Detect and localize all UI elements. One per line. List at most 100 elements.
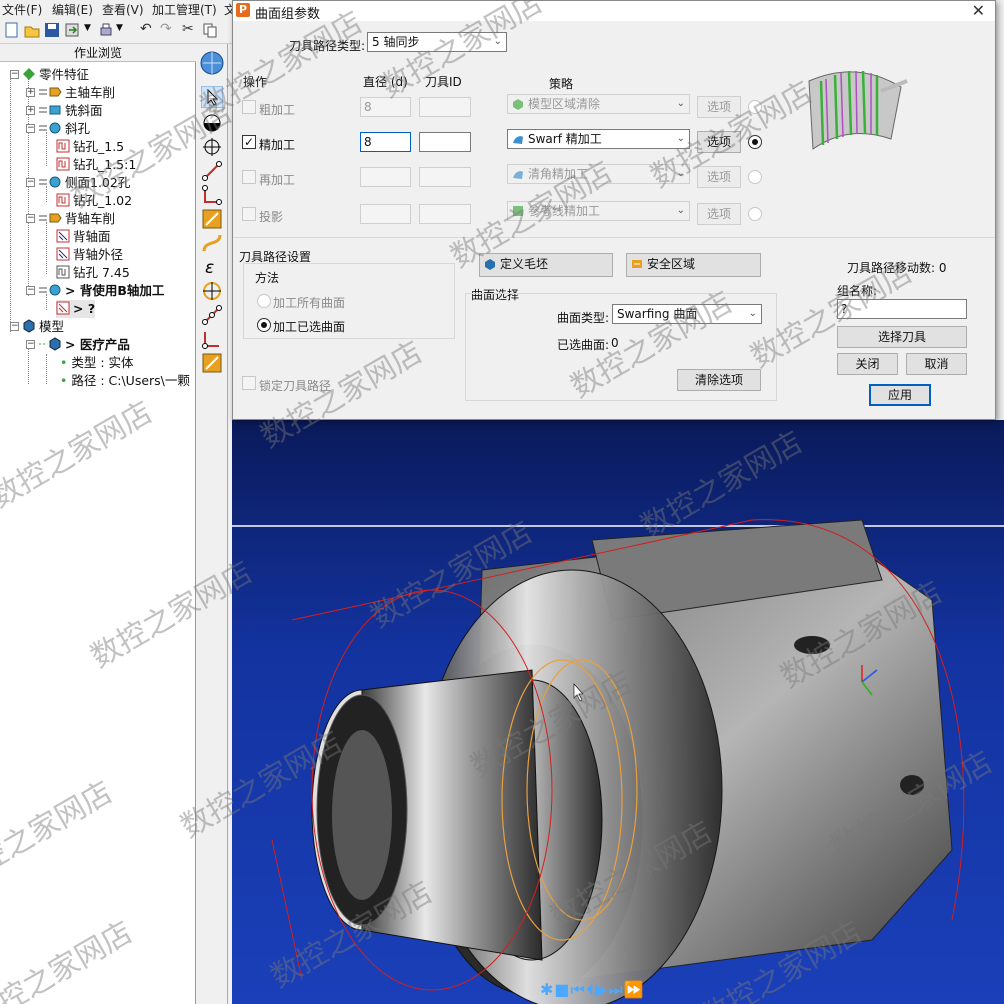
surface-type-select[interactable]: Swarfing 曲面 ⌄ (612, 304, 762, 324)
settings-icon[interactable]: ✱ (540, 980, 554, 999)
sphere-icon[interactable] (201, 112, 223, 134)
method-selected-radio[interactable] (257, 318, 271, 332)
save-icon[interactable] (44, 22, 60, 38)
define-stock-button[interactable]: 定义毛坯 (479, 253, 613, 277)
projection-diameter-input[interactable] (360, 204, 411, 224)
method-all-radio[interactable] (257, 294, 271, 308)
polyline-icon[interactable] (201, 184, 223, 206)
group-name-input[interactable]: ? (837, 299, 967, 319)
redo-icon[interactable]: ↷ (160, 21, 172, 37)
undo-icon[interactable]: ↶ (140, 21, 152, 37)
projection-tool-id-input[interactable] (419, 204, 471, 224)
tree-node-medical-product[interactable]: − > 医疗产品 (26, 336, 130, 354)
print-icon[interactable] (98, 22, 114, 38)
tree-node-mill-slope[interactable]: + 铣斜面 (26, 102, 103, 120)
expand-toggle[interactable]: + (26, 106, 35, 115)
finish-radio[interactable] (748, 135, 762, 149)
finish-checkbox[interactable]: ✓ (242, 135, 256, 149)
rest-options-button[interactable]: 选项 (697, 166, 741, 188)
tree-node-drill-1-5[interactable]: 钻孔_1.5 (56, 138, 124, 156)
tree-node-drill-1-02[interactable]: 钻孔_1.02 (56, 192, 132, 210)
copy-icon[interactable] (202, 22, 218, 38)
safe-zone-button[interactable]: 安全区域 (626, 253, 761, 277)
chevron-down-icon[interactable]: ▼ (116, 23, 123, 33)
rest-diameter-input[interactable] (360, 167, 411, 187)
rough-options-button[interactable]: 选项 (697, 96, 741, 118)
collapse-toggle[interactable]: − (26, 340, 35, 349)
finish-tool-id-input[interactable] (419, 132, 471, 152)
epsilon-icon[interactable]: ε (201, 256, 223, 278)
collapse-toggle[interactable]: − (26, 214, 35, 223)
tree-node-current-op[interactable]: > ? (56, 300, 96, 318)
close-button[interactable]: 关闭 (837, 353, 898, 375)
rough-radio[interactable] (748, 100, 762, 114)
expand-toggle[interactable]: + (26, 88, 35, 97)
finish-options-button[interactable]: 选项 (697, 131, 741, 153)
tree-node-spindle-turning[interactable]: + 主轴车削 (26, 84, 115, 102)
clear-selection-button[interactable]: 清除选项 (677, 369, 761, 391)
collapse-toggle[interactable]: − (26, 178, 35, 187)
graphics-viewport[interactable] (232, 420, 1004, 1004)
rest-strategy-select[interactable]: 清角精加工 ⌄ (507, 164, 690, 184)
tree-node-slant-hole[interactable]: − 斜孔 (26, 120, 90, 138)
apply-button[interactable]: 应用 (869, 384, 931, 406)
menu-edit[interactable]: 编辑(E) (52, 1, 93, 18)
collapse-toggle[interactable]: − (26, 124, 35, 133)
open-icon[interactable] (24, 22, 40, 38)
tree-node-back-turning[interactable]: − 背轴车削 (26, 210, 115, 228)
fast-forward-icon[interactable]: ⏩ (624, 980, 645, 999)
tree-node-drill-7-45[interactable]: 钻孔 7.45 (56, 264, 130, 282)
select-arrow-icon[interactable] (201, 86, 223, 108)
playback-controls[interactable]: ✱■⏮⏴▶⏭⏩ (540, 980, 645, 999)
projection-checkbox[interactable] (242, 207, 256, 221)
path-edit-icon[interactable] (201, 160, 223, 182)
step-forward-icon[interactable]: ⏭ (608, 980, 623, 999)
crosshair-icon[interactable] (201, 136, 223, 158)
cancel-button[interactable]: 取消 (906, 353, 967, 375)
tree-node-back-face[interactable]: 背轴面 (56, 228, 111, 246)
view-globe-icon[interactable] (199, 50, 225, 76)
rest-radio[interactable] (748, 170, 762, 184)
toolpath-type-select[interactable]: 5 轴同步 ⌄ (367, 32, 507, 52)
node-path-icon[interactable] (201, 304, 223, 326)
lock-path-checkbox[interactable] (242, 376, 256, 390)
chevron-down-icon[interactable]: ⌄ (677, 130, 685, 148)
finish-strategy-select[interactable]: Swarf 精加工 ⌄ (507, 129, 690, 149)
chevron-down-icon[interactable]: ▼ (84, 23, 91, 33)
rough-strategy-select[interactable]: 模型区域清除 ⌄ (507, 94, 690, 114)
menu-machining[interactable]: 加工管理(T) (152, 1, 217, 18)
pencil-icon[interactable] (201, 208, 223, 230)
stop-icon[interactable]: ■ (554, 980, 570, 999)
edit-block-icon[interactable] (201, 352, 223, 374)
rough-checkbox[interactable] (242, 100, 256, 114)
collapse-toggle[interactable]: − (26, 286, 35, 295)
export-icon[interactable] (64, 22, 80, 38)
collapse-toggle[interactable]: − (10, 322, 19, 331)
tree-node-back-outer[interactable]: 背轴外径 (56, 246, 123, 264)
menu-file[interactable]: 文件(F) (2, 1, 42, 18)
finish-diameter-input[interactable]: 8 (360, 132, 411, 152)
projection-radio[interactable] (748, 207, 762, 221)
menu-view[interactable]: 查看(V) (102, 1, 144, 18)
new-icon[interactable] (4, 22, 20, 38)
tree-node-side-hole[interactable]: − 侧面1.02孔 (26, 174, 130, 192)
target-icon[interactable] (201, 280, 223, 302)
tree-node-drill-1-5-1[interactable]: 钻孔_1.5:1 (56, 156, 136, 174)
chevron-down-icon[interactable]: ⌄ (749, 305, 757, 323)
cut-icon[interactable]: ✂ (182, 21, 194, 37)
projection-options-button[interactable]: 选项 (697, 203, 741, 225)
collapse-toggle[interactable]: − (10, 70, 19, 79)
projection-strategy-select[interactable]: 参考线精加工 ⌄ (507, 201, 690, 221)
rewind-icon[interactable]: ⏮ (571, 980, 586, 999)
rough-diameter-input[interactable]: 8 (360, 97, 411, 117)
tree-node-b-axis[interactable]: − > 背使用B轴加工 (26, 282, 164, 300)
corner-path-icon[interactable] (201, 328, 223, 350)
rest-checkbox[interactable] (242, 170, 256, 184)
tree-node-model[interactable]: − 模型 (10, 318, 64, 336)
select-tool-button[interactable]: 选择刀具 (837, 326, 967, 348)
chevron-down-icon[interactable]: ⌄ (494, 33, 502, 51)
play-icon[interactable]: ▶ (595, 980, 608, 999)
step-back-icon[interactable]: ⏴ (586, 980, 595, 999)
tree-node-part-features[interactable]: − 零件特征 (10, 66, 89, 84)
rest-tool-id-input[interactable] (419, 167, 471, 187)
